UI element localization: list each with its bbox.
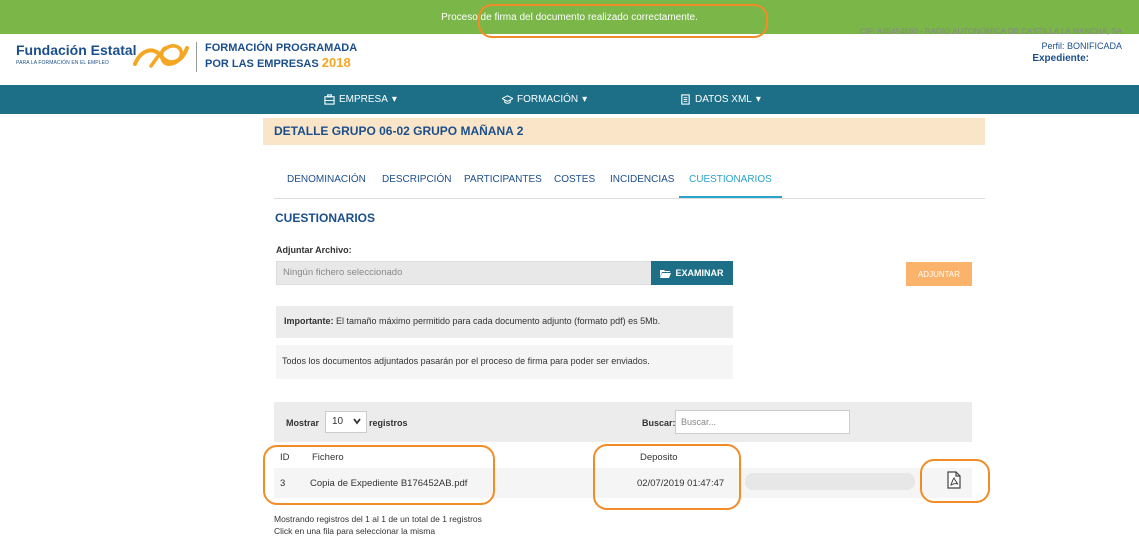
chevron-down-icon <box>353 418 361 425</box>
tab-descripcion[interactable]: DESCRIPCIÓN <box>382 174 451 198</box>
records-label: registros <box>369 418 408 428</box>
row-id: 3 <box>280 478 286 489</box>
show-label: Mostrar <box>286 418 320 428</box>
search-label: Buscar: <box>642 418 676 428</box>
tab-incidencias[interactable]: INCIDENCIAS <box>610 174 674 198</box>
expediente-label: Expediente: <box>1032 53 1089 64</box>
nav-datos-xml-label: DATOS XML <box>695 94 752 105</box>
caret-down-icon: ▾ <box>391 94 397 105</box>
tab-denominacion[interactable]: DENOMINACIÓN <box>287 174 366 198</box>
file-input[interactable]: Ningún fichero seleccionado <box>276 261 653 285</box>
program-title-line2: POR LAS EMPRESAS 2018 <box>205 55 351 70</box>
size-note: Importante: El tamaño máximo permitido p… <box>276 306 733 338</box>
folder-open-icon <box>660 269 672 278</box>
caret-down-icon: ▾ <box>582 94 588 105</box>
nav-formacion[interactable]: FORMACIÓN ▾ <box>502 94 587 105</box>
tab-costes[interactable]: COSTES <box>554 174 595 198</box>
nav-empresa[interactable]: EMPRESA ▾ <box>324 94 397 105</box>
program-year: 2018 <box>321 55 351 70</box>
redacted-cell <box>745 473 915 490</box>
document-icon <box>681 94 690 105</box>
signature-info: Todos los documentos adjuntados pasarán … <box>276 345 733 379</box>
company-cif: CIF: A45454560 - RADIO AUTONOMICA DE CAS… <box>860 28 1123 36</box>
column-header-deposit[interactable]: Deposito <box>640 452 678 463</box>
attach-button[interactable]: ADJUNTAR <box>906 262 972 286</box>
header-divider <box>196 42 197 72</box>
nav-empresa-label: EMPRESA <box>339 94 388 105</box>
building-icon <box>324 94 335 105</box>
attach-file-label: Adjuntar Archivo: <box>276 245 352 255</box>
column-header-file[interactable]: Fichero <box>312 452 344 463</box>
fundae-logo-icon <box>133 44 189 68</box>
tab-participantes[interactable]: PARTICIPANTES <box>464 174 542 198</box>
search-input[interactable]: Buscar... <box>675 410 850 434</box>
nav-datos-xml[interactable]: DATOS XML ▾ <box>680 94 761 105</box>
graduation-cap-icon <box>502 95 513 104</box>
page-size-value: 10 <box>332 416 344 427</box>
row-file: Copia de Expediente B176452AB.pdf <box>310 478 468 489</box>
section-title: CUESTIONARIOS <box>275 211 376 225</box>
program-title-text: POR LAS EMPRESAS <box>205 58 319 70</box>
browse-button[interactable]: EXAMINAR <box>651 261 733 285</box>
org-logo-subtitle: PARA LA FORMACIÓN EN EL EMPLEO <box>16 60 110 66</box>
group-title: DETALLE GRUPO 06-02 GRUPO MAÑANA 2 <box>263 118 985 145</box>
program-title-line1: FORMACIÓN PROGRAMADA <box>205 42 358 54</box>
page-size-select[interactable]: 10 <box>325 411 367 433</box>
profile-label: Perfil: BONIFICADA <box>1041 41 1122 51</box>
size-note-text: El tamaño máximo permitido para cada doc… <box>333 316 661 326</box>
size-note-bold: Importante: <box>284 316 334 326</box>
row-deposit: 02/07/2019 01:47:47 <box>637 478 725 489</box>
org-logo-name: Fundación Estatal <box>16 42 137 58</box>
success-message: Proceso de firma del documento realizado… <box>441 12 698 23</box>
caret-down-icon: ▾ <box>755 94 761 105</box>
browse-button-label: EXAMINAR <box>675 268 724 278</box>
column-header-id[interactable]: ID <box>280 452 290 463</box>
detail-tabs: DENOMINACIÓN DESCRIPCIÓN PARTICIPANTES C… <box>274 174 985 199</box>
nav-formacion-label: FORMACIÓN <box>517 94 579 105</box>
table-footer-info: Mostrando registros del 1 al 1 de un tot… <box>274 514 482 536</box>
tab-cuestionarios[interactable]: CUESTIONARIOS <box>679 174 782 198</box>
pdf-file-icon[interactable] <box>946 471 962 489</box>
